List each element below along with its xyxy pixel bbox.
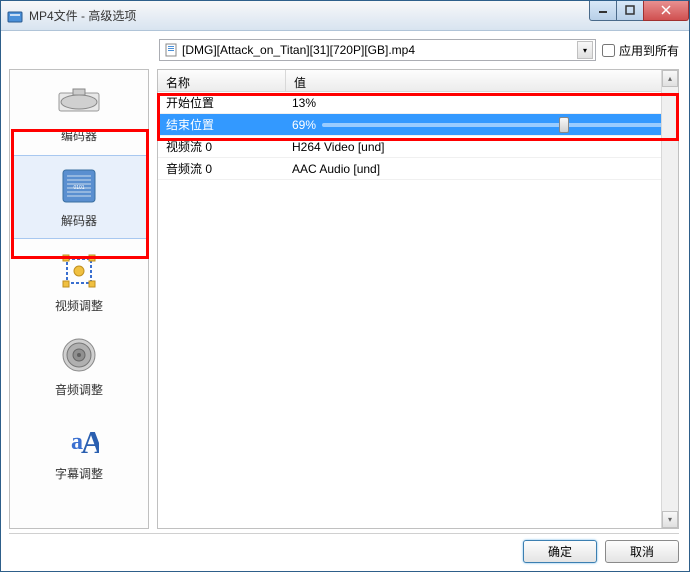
decoder-icon: 0101 xyxy=(55,166,103,206)
subtitle-adjust-icon: aA xyxy=(55,419,103,459)
chevron-down-icon[interactable]: ▾ xyxy=(577,41,593,59)
cell-name: 结束位置 xyxy=(158,116,286,133)
window-title: MP4文件 - 高级选项 xyxy=(29,7,590,24)
value-text: AAC Audio [und] xyxy=(292,162,380,176)
properties-panel: 名称 值 开始位置 13% 结束位置 69% 视频流 0 H264 Video [und]… xyxy=(157,69,679,529)
column-header-name[interactable]: 名称 xyxy=(158,70,286,91)
table-row[interactable]: 视频流 0 H264 Video [und] xyxy=(158,136,678,158)
cell-value: 69% xyxy=(286,118,678,132)
apply-all-checkbox[interactable]: 应用到所有 xyxy=(602,42,679,59)
cell-name: 视频流 0 xyxy=(158,138,286,155)
category-sidebar: 编码器 0101 解码器 视频调整 音频调整 xyxy=(9,69,149,529)
ok-button[interactable]: 确定 xyxy=(523,540,597,563)
sidebar-item-video[interactable]: 视频调整 xyxy=(10,240,148,324)
audio-adjust-icon xyxy=(55,335,103,375)
encoder-icon xyxy=(55,81,103,121)
close-button[interactable] xyxy=(643,1,689,21)
scroll-down-arrow[interactable]: ▾ xyxy=(662,511,678,528)
file-select-dropdown[interactable]: [DMG][Attack_on_Titan][31][720P][GB].mp4… xyxy=(159,39,596,61)
app-icon xyxy=(7,8,23,24)
table-row[interactable]: 结束位置 69% xyxy=(158,114,678,136)
sidebar-item-audio[interactable]: 音频调整 xyxy=(10,324,148,408)
sidebar-label: 视频调整 xyxy=(55,297,103,314)
value-text: 13% xyxy=(292,96,316,110)
value-text: H264 Video [und] xyxy=(292,140,385,154)
minimize-button[interactable] xyxy=(589,1,617,21)
column-header-value[interactable]: 值 xyxy=(286,70,678,91)
slider[interactable] xyxy=(322,123,672,127)
cell-value: 13% xyxy=(286,96,678,110)
slider-thumb[interactable] xyxy=(559,117,569,133)
cell-value: AAC Audio [und] xyxy=(286,162,678,176)
maximize-button[interactable] xyxy=(616,1,644,21)
dialog-window: MP4文件 - 高级选项 [DMG][Attack_on_Titan][31][… xyxy=(0,0,690,572)
apply-all-input[interactable] xyxy=(602,44,615,57)
file-name-text: [DMG][Attack_on_Titan][31][720P][GB].mp4 xyxy=(182,43,577,57)
cancel-button[interactable]: 取消 xyxy=(605,540,679,563)
sidebar-label: 字幕调整 xyxy=(55,465,103,482)
table-body: 开始位置 13% 结束位置 69% 视频流 0 H264 Video [und] 音频流 0… xyxy=(158,92,678,180)
file-icon xyxy=(164,43,178,57)
table-header: 名称 值 xyxy=(158,70,678,92)
sidebar-label: 音频调整 xyxy=(55,381,103,398)
cell-name: 开始位置 xyxy=(158,94,286,111)
table-row[interactable]: 开始位置 13% xyxy=(158,92,678,114)
video-adjust-icon xyxy=(55,251,103,291)
sidebar-label: 编码器 xyxy=(61,127,97,144)
sidebar-item-encoder[interactable]: 编码器 xyxy=(10,70,148,154)
cell-name: 音频流 0 xyxy=(158,160,286,177)
apply-all-label: 应用到所有 xyxy=(619,42,679,59)
table-row[interactable]: 音频流 0 AAC Audio [und] xyxy=(158,158,678,180)
scroll-up-arrow[interactable]: ▴ xyxy=(662,70,678,87)
value-text: 69% xyxy=(292,118,316,132)
svg-text:0101: 0101 xyxy=(73,185,84,191)
dialog-buttons: 确定 取消 xyxy=(9,533,679,563)
sidebar-label: 解码器 xyxy=(61,212,97,229)
vertical-scrollbar[interactable]: ▴ ▾ xyxy=(661,70,678,528)
cell-value: H264 Video [und] xyxy=(286,140,678,154)
window-controls xyxy=(590,1,689,21)
sidebar-item-subtitle[interactable]: aA 字幕调整 xyxy=(10,408,148,492)
titlebar[interactable]: MP4文件 - 高级选项 xyxy=(1,1,689,31)
sidebar-item-decoder[interactable]: 0101 解码器 xyxy=(11,155,147,239)
svg-text:A: A xyxy=(81,424,99,459)
